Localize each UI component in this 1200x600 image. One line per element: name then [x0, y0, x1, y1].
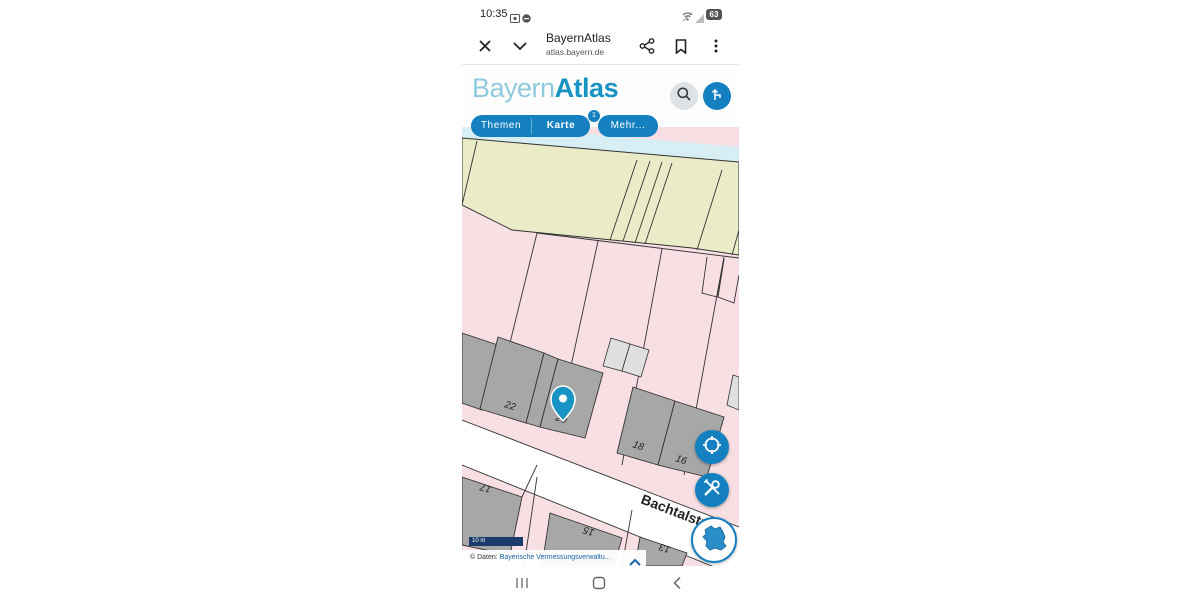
- locate-icon: [702, 435, 722, 460]
- logo-part-bayern: Bayern: [472, 73, 555, 103]
- search-button[interactable]: [670, 82, 698, 110]
- route-button[interactable]: [703, 82, 731, 110]
- map-view[interactable]: 22 20 18 16 17 15 13 Bachtalstr BayernAt…: [462, 65, 739, 566]
- close-icon[interactable]: [473, 34, 497, 58]
- route-icon: [711, 87, 723, 106]
- battery-indicator: 63: [706, 9, 722, 20]
- attribution-link[interactable]: Bayerische Vermessungsverwaltu...: [500, 554, 611, 561]
- tab-bar: Themen Karte 1: [471, 109, 601, 137]
- phone-screen: 10:35 63 BayernAtlas atlas.bayern.de 22 …: [462, 0, 739, 600]
- tools-button[interactable]: [695, 473, 729, 507]
- do-not-disturb-icon: [522, 10, 531, 28]
- more-vertical-icon[interactable]: [704, 34, 728, 58]
- system-navigation-bar: [462, 566, 739, 600]
- attribution-prefix: © Daten:: [470, 554, 498, 561]
- share-icon[interactable]: [635, 34, 659, 58]
- recent-apps-icon[interactable]: [512, 574, 532, 592]
- status-time: 10:35: [480, 8, 508, 20]
- tab-themen[interactable]: Themen: [471, 115, 531, 137]
- scale-bar: 10 m: [469, 537, 523, 546]
- signal-icon: [695, 10, 704, 28]
- more-button[interactable]: Mehr...: [598, 115, 658, 137]
- screenshot-icon: [510, 10, 520, 28]
- wifi-off-icon: [682, 9, 693, 27]
- search-icon: [677, 86, 691, 106]
- chevron-down-icon[interactable]: [508, 34, 532, 58]
- chevron-up-icon[interactable]: [628, 554, 642, 566]
- home-icon[interactable]: [589, 574, 609, 592]
- bookmark-icon[interactable]: [669, 34, 693, 58]
- page-title: BayernAtlas: [546, 31, 611, 45]
- status-bar: 10:35 63: [462, 0, 739, 28]
- overview-map-button[interactable]: [691, 517, 737, 563]
- tools-icon: [702, 478, 722, 503]
- logo-part-atlas: Atlas: [554, 73, 619, 103]
- back-icon[interactable]: [667, 574, 687, 592]
- bavaria-map-icon: [699, 523, 729, 558]
- browser-toolbar: BayernAtlas atlas.bayern.de: [462, 28, 739, 65]
- tab-karte[interactable]: Karte: [532, 115, 590, 137]
- page-url: atlas.bayern.de: [546, 47, 605, 57]
- bayernatlas-logo[interactable]: BayernAtlas: [472, 73, 619, 104]
- map-attribution: © Daten: Bayerische Vermessungsverwaltu.…: [462, 550, 646, 566]
- locate-button[interactable]: [695, 430, 729, 464]
